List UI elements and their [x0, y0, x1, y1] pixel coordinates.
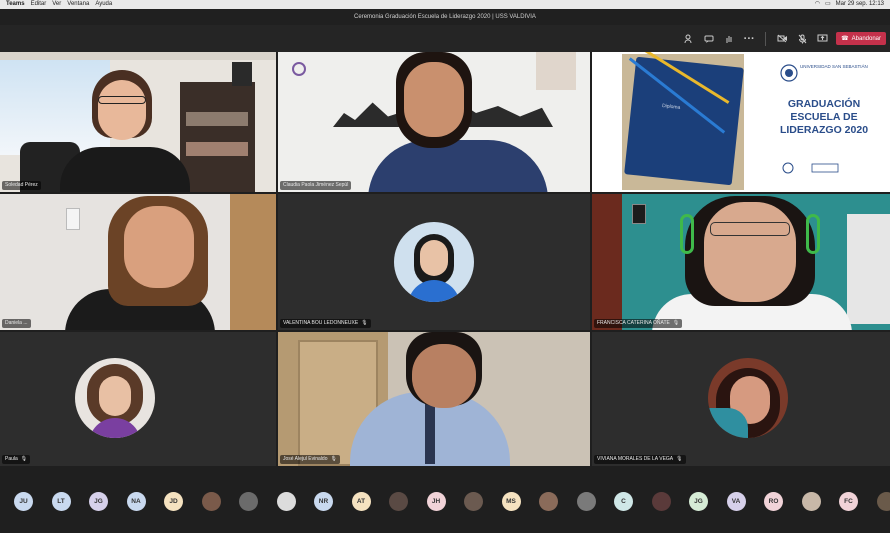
- attendee-avatar[interactable]: [801, 492, 821, 511]
- attendee-avatar[interactable]: JD: [164, 492, 183, 511]
- mic-muted-icon: 🎙: [20, 456, 28, 462]
- camera-off-icon[interactable]: [772, 29, 792, 49]
- participants-icon[interactable]: [679, 29, 699, 49]
- slide-title-line: GRADUACIÓN: [787, 98, 861, 110]
- clock[interactable]: Mar 29 sep. 12:13: [836, 0, 884, 9]
- chat-icon[interactable]: [699, 29, 719, 49]
- toolbar-divider: [765, 31, 767, 46]
- attendee-avatar[interactable]: VA: [726, 492, 746, 511]
- video-tile[interactable]: Paula 🎙: [0, 332, 276, 466]
- participant-name: José Alejul Evinaldo 🎙: [280, 455, 340, 464]
- attendee-avatar[interactable]: [201, 492, 221, 511]
- menu-app-teams[interactable]: Teams: [6, 0, 25, 9]
- menu-item-editar[interactable]: Editar: [31, 0, 47, 9]
- menu-item-ver[interactable]: Ver: [52, 0, 61, 9]
- leave-label: Abandonar: [851, 35, 881, 42]
- slide-title-line: LIDERAZGO 2020: [779, 124, 869, 136]
- attendee-avatar[interactable]: JG: [689, 492, 708, 511]
- slide-title-line: ESCUELA DE: [790, 111, 858, 123]
- shared-slide-tile[interactable]: Diploma UNIVERSIDAD SAN SEBASTIÁN GRADUA…: [592, 52, 890, 192]
- university-crest-icon: [780, 64, 798, 82]
- video-feed: [278, 52, 590, 192]
- attendee-avatar[interactable]: C: [614, 492, 633, 511]
- attendee-avatar[interactable]: NR: [314, 492, 333, 511]
- battery-icon[interactable]: ▭: [825, 0, 831, 9]
- avatar: [394, 222, 474, 302]
- attendee-avatar[interactable]: RO: [764, 492, 783, 511]
- university-name: UNIVERSIDAD SAN SEBASTIÁN: [800, 64, 868, 69]
- participant-name: VIVIANA MORALES DE LA VEGA 🎙: [594, 455, 686, 464]
- participant-name: Soledad Pérez: [2, 181, 41, 190]
- video-feed: [592, 194, 890, 330]
- mic-muted-icon: 🎙: [361, 320, 368, 326]
- video-feed: [0, 52, 276, 192]
- participant-name: Claudia Paola Jiménez Sepúl: [280, 181, 352, 190]
- participant-name: Daniela ...: [2, 319, 31, 328]
- wifi-icon[interactable]: ◠: [815, 0, 820, 9]
- os-menubar: Teams Editar Ver Ventana Ayuda ◠ ▭ Mar 2…: [0, 0, 890, 9]
- attendee-avatar[interactable]: [651, 492, 671, 511]
- attendee-avatar[interactable]: LT: [51, 492, 71, 511]
- video-tile[interactable]: Soledad Pérez: [0, 52, 276, 192]
- attendee-avatar[interactable]: [239, 492, 258, 511]
- attendee-avatar[interactable]: [539, 492, 558, 511]
- video-tile[interactable]: VIVIANA MORALES DE LA VEGA 🎙: [592, 332, 890, 466]
- attendee-avatar[interactable]: JH: [426, 492, 446, 511]
- phone-icon: ☎: [841, 36, 849, 42]
- attendee-avatar[interactable]: [276, 492, 296, 511]
- attendee-avatar[interactable]: FC: [839, 492, 858, 511]
- leave-button[interactable]: ☎ Abandonar: [836, 32, 886, 45]
- avatar: [708, 358, 788, 438]
- participant-name: VALENTINA BOU LEDONNEUXE 🎙: [280, 319, 371, 328]
- diploma-photo: Diploma: [622, 52, 744, 190]
- video-tile[interactable]: Daniela ...: [0, 194, 276, 330]
- meeting-toolbar: ··· ☎ Abandonar: [0, 25, 890, 52]
- footer-logo-icon: [782, 162, 839, 174]
- participant-name: FRANCISCA CATERINA OÑATE 🎙: [594, 319, 683, 328]
- presentation-slide: Diploma UNIVERSIDAD SAN SEBASTIÁN GRADUA…: [592, 52, 890, 192]
- window-title: Ceremonia Graduación Escuela de Liderazg…: [0, 9, 890, 25]
- mic-muted-icon: 🎙: [330, 456, 337, 462]
- menu-item-ayuda[interactable]: Ayuda: [95, 0, 112, 9]
- attendee-avatar[interactable]: [389, 492, 408, 511]
- video-tile[interactable]: VALENTINA BOU LEDONNEUXE 🎙: [278, 194, 590, 330]
- attendee-strip: JU LT JG NA JD NR AT JH MS C JG VA RO FC: [0, 466, 890, 533]
- video-grid: Soledad Pérez Claudia Paola Jiménez Sepú…: [0, 52, 890, 466]
- more-options-icon[interactable]: ···: [739, 29, 759, 49]
- attendee-avatar[interactable]: AT: [351, 492, 371, 511]
- university-logo: UNIVERSIDAD SAN SEBASTIÁN: [780, 64, 872, 82]
- video-feed: [278, 332, 590, 466]
- attendee-avatar[interactable]: [576, 492, 596, 511]
- mic-off-icon[interactable]: [792, 29, 812, 49]
- raise-hand-icon[interactable]: [719, 29, 739, 49]
- video-tile[interactable]: José Alejul Evinaldo 🎙: [278, 332, 590, 466]
- attendee-avatar[interactable]: [464, 492, 483, 511]
- participant-name: Paula 🎙: [2, 455, 31, 464]
- video-tile[interactable]: FRANCISCA CATERINA OÑATE 🎙: [592, 194, 890, 330]
- slide-title: GRADUACIÓN ESCUELA DE LIDERAZGO 2020: [770, 98, 878, 137]
- video-feed: [0, 194, 276, 330]
- video-tile[interactable]: Claudia Paola Jiménez Sepúl: [278, 52, 590, 192]
- mic-muted-icon: 🎙: [672, 320, 680, 326]
- attendee-avatar[interactable]: JU: [14, 492, 33, 511]
- avatar: [75, 358, 155, 438]
- menu-item-ventana[interactable]: Ventana: [67, 0, 89, 9]
- attendee-avatar[interactable]: MS: [501, 492, 521, 511]
- attendee-avatar[interactable]: NA: [126, 492, 146, 511]
- attendee-avatar[interactable]: JG: [89, 492, 108, 511]
- mic-muted-icon: 🎙: [676, 456, 683, 462]
- share-screen-icon[interactable]: [812, 29, 832, 49]
- attendee-avatar[interactable]: [876, 492, 890, 511]
